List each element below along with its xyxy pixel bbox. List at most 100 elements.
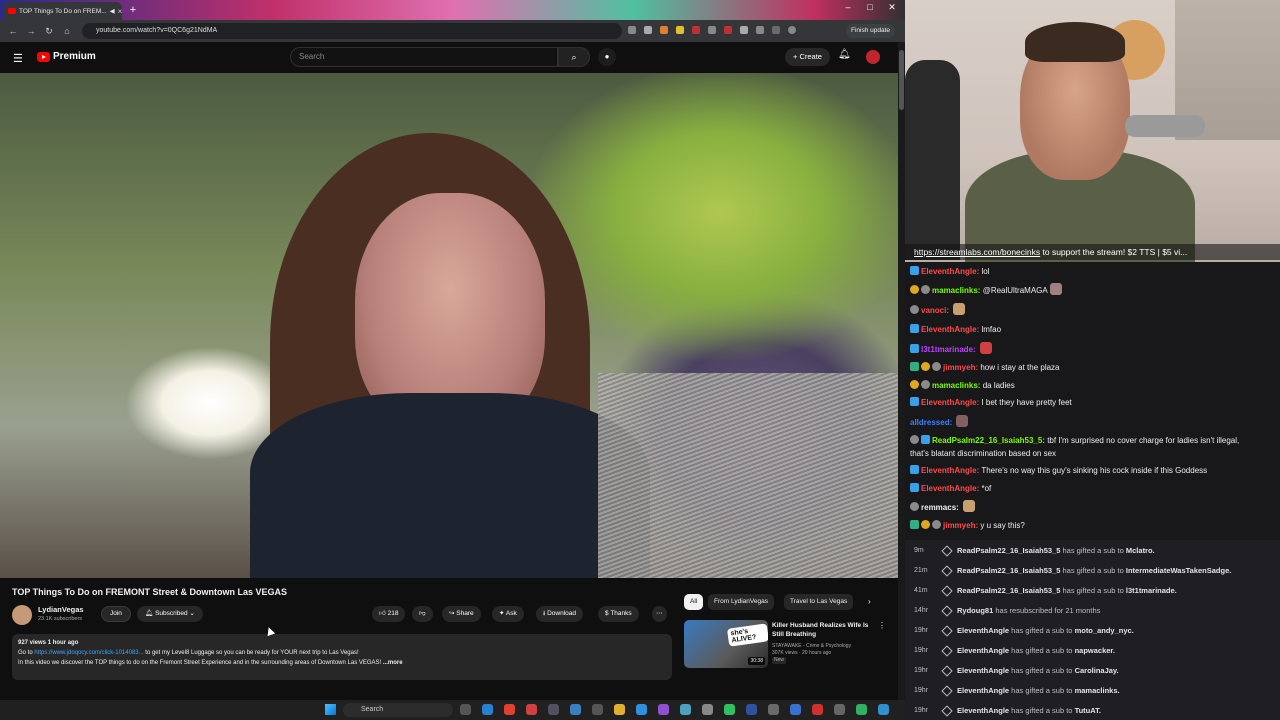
chat-username[interactable]: EleventhAngle: — [921, 484, 979, 493]
search-input[interactable]: Search — [290, 47, 558, 67]
page-scrollbar[interactable] — [898, 42, 905, 700]
account-avatar[interactable] — [866, 50, 880, 64]
chevron-right-icon[interactable]: › — [868, 597, 871, 606]
app-icon[interactable] — [856, 704, 867, 715]
chat-badge-icon — [921, 380, 930, 389]
downloads-icon[interactable] — [772, 26, 780, 34]
chat-username[interactable]: remmacs: — [921, 503, 959, 512]
url-field[interactable]: youtube.com/watch?v=0QC6g21NdMA — [82, 23, 622, 39]
channel-name[interactable]: LydianVegas — [38, 605, 84, 614]
share-button[interactable]: ↪ Share — [442, 606, 481, 622]
home-icon[interactable]: ⌂ — [58, 26, 76, 36]
chat-username[interactable]: jimmyeh: — [943, 363, 978, 372]
thanks-button[interactable]: $ Thanks — [598, 606, 639, 622]
gift-sub-icon — [941, 545, 953, 557]
new-tab-icon[interactable]: + — [127, 4, 139, 16]
chat-username[interactable]: ReadPsalm22_16_Isaiah53_5: — [932, 436, 1045, 445]
taskbar-search-label: Search — [361, 706, 384, 713]
app-icon[interactable] — [658, 704, 669, 715]
extension-icon[interactable] — [692, 26, 700, 34]
related-title[interactable]: Killer Husband Realizes Wife Is Still Br… — [772, 621, 880, 639]
notifications-bell-icon[interactable]: 🔔︎ — [838, 49, 851, 60]
related-thumbnail[interactable]: she's ALIVE? 30:38 — [684, 620, 768, 668]
event-target: napwacker. — [1074, 646, 1116, 655]
chat-username[interactable]: EleventhAngle: — [921, 267, 979, 276]
extension-icon[interactable] — [660, 26, 668, 34]
chat-username[interactable]: mamaclinks: — [932, 381, 980, 390]
extension-icon[interactable] — [676, 26, 684, 34]
chip-all[interactable]: All — [684, 594, 704, 610]
chat-username[interactable]: EleventhAngle: — [921, 398, 979, 407]
download-button[interactable]: ⭳ Download — [536, 606, 584, 622]
extension-icon[interactable] — [708, 26, 716, 34]
app-icon[interactable] — [702, 704, 713, 715]
more-vert-icon[interactable]: ⋮ — [878, 621, 886, 630]
app-icon[interactable] — [592, 704, 603, 715]
join-button[interactable]: Join — [101, 606, 131, 622]
minimize-icon[interactable]: – — [838, 2, 858, 12]
extensions-puzzle-icon[interactable] — [740, 26, 748, 34]
reload-icon[interactable]: ↻ — [40, 26, 58, 37]
app-icon[interactable] — [526, 704, 537, 715]
sparkle-icon: ✦ — [499, 610, 506, 617]
video-player[interactable] — [0, 73, 898, 578]
close-window-icon[interactable]: ✕ — [882, 2, 902, 13]
spotify-icon[interactable] — [724, 704, 735, 715]
chat-username[interactable]: mamaclinks: — [932, 286, 980, 295]
subscribed-button[interactable]: 🔔︎ Subscribed ⌄ — [137, 606, 203, 622]
scrollbar-thumb[interactable] — [899, 50, 904, 110]
create-button[interactable]: + Create — [785, 48, 830, 66]
microphone-icon[interactable]: ● — [598, 48, 616, 66]
sidebar-icon[interactable] — [756, 26, 764, 34]
back-icon[interactable]: ← — [4, 26, 22, 36]
chat-username[interactable]: jimmyeh: — [943, 521, 978, 530]
ask-button[interactable]: ✦ Ask — [492, 606, 524, 622]
app-icon[interactable] — [878, 704, 889, 715]
file-explorer-icon[interactable] — [614, 704, 625, 715]
app-icon[interactable] — [768, 704, 779, 715]
app-icon[interactable] — [790, 704, 801, 715]
forward-icon[interactable]: → — [22, 26, 40, 36]
chat-username[interactable]: vanoci: — [921, 306, 949, 315]
chrome-icon[interactable] — [504, 704, 515, 715]
app-icon[interactable] — [570, 704, 581, 715]
search-icon[interactable]: ⌕ — [558, 47, 590, 67]
chip-from-channel[interactable]: From LydianVegas — [708, 594, 774, 610]
taskbar-search[interactable]: Search — [343, 703, 453, 717]
more-actions-icon[interactable]: ⋯ — [652, 606, 667, 622]
finish-update-button[interactable]: Finish update — [846, 24, 896, 38]
youtube-logo[interactable]: Premium — [37, 51, 96, 62]
app-icon[interactable] — [746, 704, 757, 715]
chat-message: remmacs: — [910, 500, 976, 514]
chat-username[interactable]: l3t1tmarinade: — [921, 345, 976, 354]
like-button[interactable]: 👍︎ 218 — [372, 606, 406, 622]
browser-tab[interactable]: TOP Things To Do on FREM... ◀ × — [4, 2, 122, 20]
description-link[interactable]: https://www.jdoqocy.com/click-1014083... — [34, 650, 143, 656]
extension-icon[interactable] — [724, 26, 732, 34]
show-more-link[interactable]: ...more — [383, 660, 403, 666]
edge-icon[interactable] — [482, 704, 493, 715]
app-icon[interactable] — [834, 704, 845, 715]
install-icon[interactable] — [628, 26, 636, 34]
chat-username[interactable]: EleventhAngle: — [921, 466, 979, 475]
chat-username[interactable]: alldressed: — [910, 418, 952, 427]
app-icon[interactable] — [636, 704, 647, 715]
maximize-icon[interactable]: □ — [860, 2, 880, 12]
bookmark-star-icon[interactable] — [644, 26, 652, 34]
task-view-icon[interactable] — [460, 704, 471, 715]
app-icon[interactable] — [812, 704, 823, 715]
obs-icon[interactable] — [548, 704, 559, 715]
chip-travel[interactable]: Travel to Las Vegas — [784, 594, 854, 610]
channel-avatar[interactable] — [12, 605, 32, 625]
close-tab-icon[interactable]: × — [118, 7, 122, 16]
mute-icon[interactable]: ◀ — [110, 7, 115, 15]
profile-icon[interactable] — [788, 26, 796, 34]
description-box[interactable]: 927 views 1 hour ago Go to https://www.j… — [12, 634, 672, 680]
menu-icon[interactable]: ☰ — [13, 52, 23, 65]
chat-username[interactable]: EleventhAngle: — [921, 325, 979, 334]
app-icon[interactable] — [680, 704, 691, 715]
event-time: 19hr — [914, 627, 929, 634]
windows-start-icon[interactable] — [325, 704, 336, 715]
dislike-button[interactable]: 👎︎ — [412, 606, 433, 622]
chat-badge-icon — [910, 305, 919, 314]
